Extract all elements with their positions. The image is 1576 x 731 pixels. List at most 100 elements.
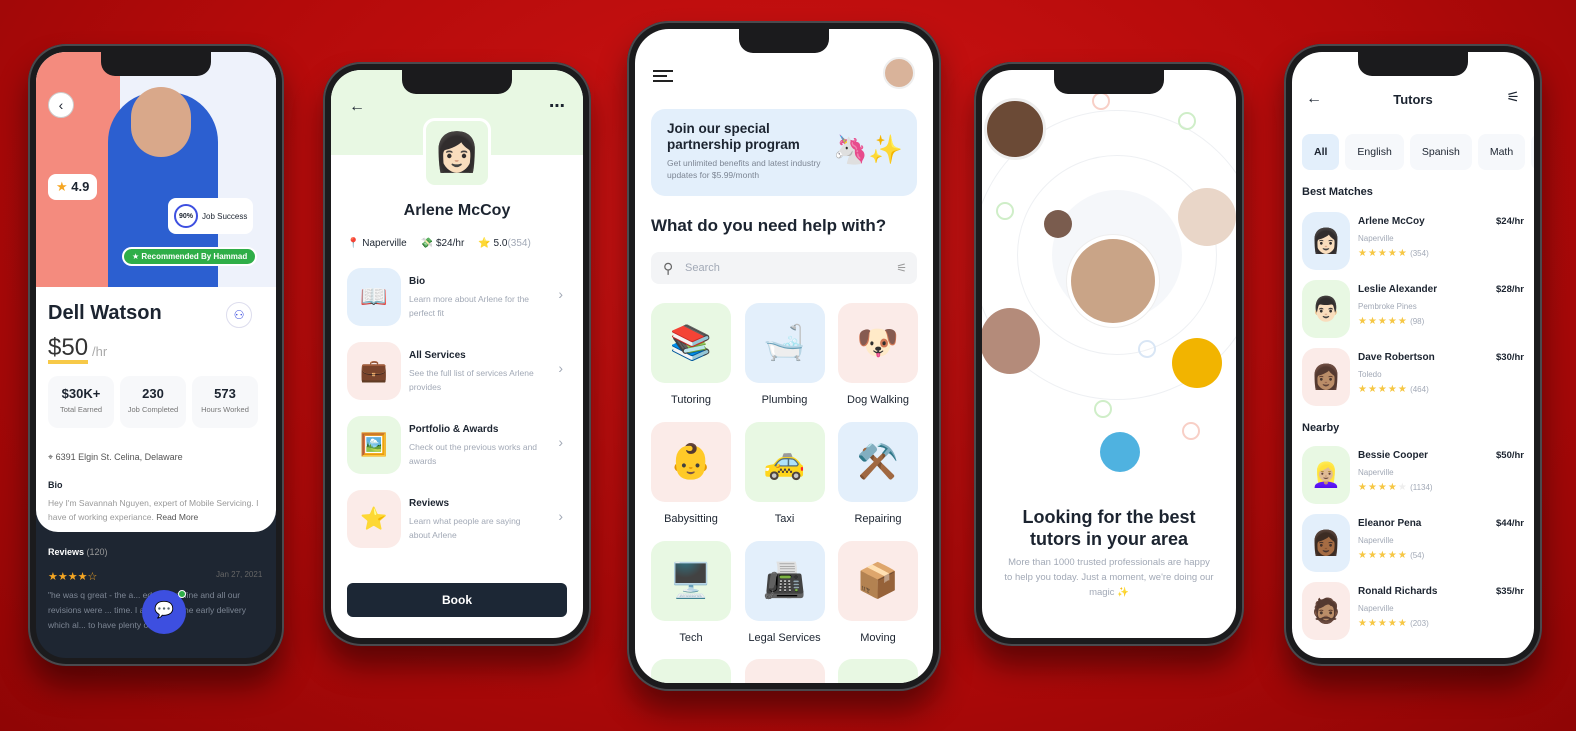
orbit-dot [1094, 400, 1112, 418]
category-plumbing[interactable]: 🛁 Plumbing [744, 303, 825, 413]
menu-item-icon: 📖 [347, 268, 401, 326]
category-icon: 📚 [651, 303, 731, 383]
tutor-list-item[interactable]: 👩🏾 Eleanor Pena Naperville ★★★★★ (54) $44/hr [1302, 514, 1524, 574]
partnership-banner[interactable]: Join our special partnership program Get… [651, 109, 917, 196]
tutor-location: Naperville [1358, 468, 1394, 477]
avatar: 👩🏻 [423, 118, 491, 188]
tutor-location: Naperville [1358, 234, 1394, 243]
bio-text: Hey I'm Savannah Nguyen, expert of Mobil… [48, 496, 268, 524]
phone-profile-worker: ‹ ★ 4.9 90% Job Success ★ Recommended By … [28, 44, 284, 666]
searching-text: More than 1000 trusted professionals are… [1004, 557, 1214, 598]
category-tile-partial[interactable] [651, 659, 731, 683]
back-button[interactable]: ‹ [48, 92, 74, 118]
back-arrow-icon[interactable]: ← [349, 98, 365, 116]
filter-chip[interactable]: Math [1477, 134, 1526, 170]
stat-label: Total Earned [59, 405, 103, 414]
filter-chip[interactable]: G [1531, 134, 1534, 170]
profile-menu-item[interactable]: 💼 All Services See the full list of servic… [347, 342, 567, 400]
category-label: Repairing [854, 513, 902, 525]
unicorn-sparkles-icon: 🦄✨ [833, 134, 903, 165]
tutor-list-item[interactable]: 👨🏻 Leslie Alexander Pembroke Pines ★★★★★ (9… [1302, 280, 1524, 340]
tutor-rating: ★★★★★ (1134) [1358, 482, 1433, 493]
notch [1358, 52, 1468, 76]
read-more-link[interactable]: Read More [156, 512, 198, 522]
add-contact-icon[interactable]: ⚇ [226, 302, 252, 328]
recommended-label: Recommended By Hammad [141, 252, 248, 261]
filter-chip[interactable]: Spanish [1409, 134, 1472, 170]
job-success-ring: 90% [174, 204, 198, 228]
filter-chip[interactable]: English [1345, 134, 1404, 170]
tutor-location: Naperville [1358, 536, 1394, 545]
tutor-meta: 📍 Naperville 💸 $24/hr ⭐ 5.0(354) [347, 238, 577, 249]
menu-item-title: Reviews [409, 498, 450, 509]
tutor-avatar: 👨🏻 [1302, 280, 1350, 338]
category-icon: 🚕 [744, 422, 825, 502]
menu-item-desc: Learn what people are saying about Arlen… [409, 516, 521, 540]
category-taxi[interactable]: 🚕 Taxi [744, 422, 825, 532]
category-icon: 🖥️ [651, 541, 731, 621]
tutor-location: Pembroke Pines [1358, 302, 1417, 311]
tutor-list-item[interactable]: 👱🏼‍♀️ Bessie Cooper Naperville ★★★★★ (1134)… [1302, 446, 1524, 506]
tutor-location: Toledo [1358, 370, 1382, 379]
tutor-price: $50/hr [1496, 450, 1524, 461]
category-icon: ⚒️ [838, 422, 918, 502]
phone-searching: Looking for the best tutors in your area… [974, 62, 1244, 646]
category-repairing[interactable]: ⚒️ Repairing [838, 422, 918, 532]
rating-text: 5.0 [493, 238, 508, 249]
more-icon[interactable]: ⋯ [549, 96, 565, 116]
stat-value: 573 [214, 386, 236, 401]
chevron-right-icon: › [558, 434, 563, 450]
profile-card: ‹ ★ 4.9 90% Job Success ★ Recommended By … [36, 52, 276, 532]
stat-value: $30K+ [61, 386, 101, 401]
category-legal-services[interactable]: 📠 Legal Services [744, 541, 825, 651]
stat-card: 230 Job Completed [120, 376, 186, 428]
phone-tutor-profile: ← ⋯ 👩🏻 Arlene McCoy 📍 Naperville 💸 $24/h… [323, 62, 591, 646]
category-icon: 👶 [651, 422, 731, 502]
profile-menu-item[interactable]: ⭐ Reviews Learn what people are saying abo… [347, 490, 567, 548]
tutor-price: $28/hr [1496, 284, 1524, 295]
category-tile-partial[interactable] [838, 659, 918, 683]
rating-count: (1134) [1410, 483, 1433, 492]
profile-menu-item[interactable]: 📖 Bio Learn more about Arlene for the perf… [347, 268, 567, 326]
category-label: Babysitting [664, 513, 718, 525]
chevron-right-icon: › [558, 286, 563, 302]
filter-settings-icon[interactable]: ⚟ [1507, 88, 1520, 106]
notch [739, 29, 829, 53]
worker-name: Dell Watson [48, 302, 162, 324]
tutor-name: Arlene McCoy [1358, 216, 1425, 227]
tutor-location: Naperville [1358, 604, 1394, 613]
help-heading: What do you need help with? [651, 216, 887, 235]
reviews-label: Reviews [48, 547, 85, 557]
book-button[interactable]: Book [347, 583, 567, 617]
tutor-list-item[interactable]: 👩🏽 Dave Robertson Toledo ★★★★★ (464) $30/hr [1302, 348, 1524, 408]
category-babysitting[interactable]: 👶 Babysitting [651, 422, 731, 532]
best-matches-title: Best Matches [1302, 186, 1373, 198]
filter-chips: AllEnglishSpanishMathG [1302, 134, 1534, 170]
menu-item-icon: 🖼️ [347, 416, 401, 474]
location-pin-icon: ⌖ [48, 452, 54, 462]
filter-chip[interactable]: All [1302, 134, 1340, 170]
tutor-list-item[interactable]: 🧔🏽 Ronald Richards Naperville ★★★★★ (203) $3… [1302, 582, 1524, 642]
tutor-list-item[interactable]: 👩🏻 Arlene McCoy Naperville ★★★★★ (354) $24/h… [1302, 212, 1524, 272]
tutor-rating: ★★★★★ (354) [1358, 248, 1429, 259]
profile-menu-item[interactable]: 🖼️ Portfolio & Awards Check out the previo… [347, 416, 567, 474]
category-tech[interactable]: 🖥️ Tech [651, 541, 731, 651]
category-dog-walking[interactable]: 🐶 Dog Walking [838, 303, 918, 413]
nearby-title: Nearby [1302, 422, 1340, 434]
filter-icon[interactable]: ⚟ [896, 252, 907, 284]
tutor-avatar: 👩🏽 [1302, 348, 1350, 406]
category-icon: 📦 [838, 541, 918, 621]
category-tutoring[interactable]: 📚 Tutoring [651, 303, 731, 413]
banner-text: Get unlimited benefits and latest indust… [667, 158, 821, 180]
menu-item-icon: 💼 [347, 342, 401, 400]
tutor-avatar: 👩🏻 [1302, 212, 1350, 270]
user-avatar[interactable] [883, 57, 915, 89]
search-input[interactable]: ⚲ Search ⚟ [651, 252, 917, 284]
chevron-right-icon: › [558, 508, 563, 524]
category-moving[interactable]: 📦 Moving [838, 541, 918, 651]
stat-label: Hours Worked [201, 405, 249, 414]
menu-icon[interactable] [653, 67, 675, 85]
category-tile-partial[interactable] [745, 659, 825, 683]
tutor-avatar: 👩🏾 [1302, 514, 1350, 572]
address: ⌖ 6391 Elgin St. Celina, Delaware [48, 452, 183, 463]
